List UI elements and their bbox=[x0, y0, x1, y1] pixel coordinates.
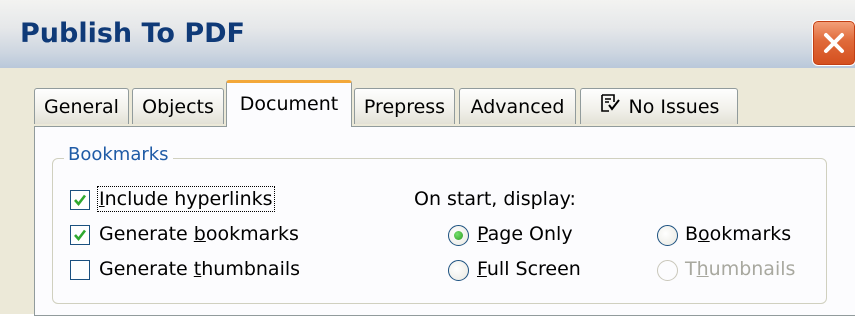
tab-document[interactable]: Document bbox=[226, 80, 352, 127]
publish-to-pdf-dialog: Publish To PDF General Objects Document … bbox=[0, 0, 855, 316]
include-hyperlinks-checkbox[interactable] bbox=[70, 190, 90, 210]
window-title: Publish To PDF bbox=[20, 18, 245, 49]
thumbnails-radio bbox=[657, 260, 678, 281]
tab-advanced[interactable]: Advanced bbox=[459, 88, 576, 124]
tab-label: No Issues bbox=[628, 96, 720, 118]
checkmark-icon bbox=[74, 229, 87, 242]
generate-thumbnails-label[interactable]: Generate thumbnails bbox=[99, 258, 300, 280]
title-bar: Publish To PDF bbox=[0, 0, 855, 68]
tab-label: Advanced bbox=[470, 96, 565, 118]
page-only-radio[interactable] bbox=[448, 225, 469, 246]
tab-prepress[interactable]: Prepress bbox=[354, 88, 455, 124]
tab-label: Prepress bbox=[363, 96, 446, 118]
full-screen-label[interactable]: Full Screen bbox=[477, 258, 581, 280]
include-hyperlinks-label[interactable]: Include hyperlinks bbox=[97, 186, 275, 212]
close-icon bbox=[824, 33, 844, 53]
tab-strip: General Objects Document Prepress Advanc… bbox=[0, 78, 855, 128]
generate-bookmarks-label[interactable]: Generate bookmarks bbox=[99, 223, 299, 245]
thumbnails-radio-label: Thumbnails bbox=[685, 258, 796, 280]
page-only-label[interactable]: Page Only bbox=[477, 223, 573, 245]
bookmarks-radio[interactable] bbox=[657, 225, 678, 246]
tab-general[interactable]: General bbox=[34, 88, 129, 124]
tab-label: Document bbox=[239, 93, 339, 115]
checkmark-icon bbox=[74, 194, 87, 207]
radio-selected-dot bbox=[454, 231, 463, 240]
tab-label: General bbox=[44, 96, 119, 118]
on-start-display-label: On start, display: bbox=[414, 188, 576, 210]
generate-bookmarks-checkbox[interactable] bbox=[70, 225, 90, 245]
full-screen-radio[interactable] bbox=[448, 260, 469, 281]
bookmarks-group-label: Bookmarks bbox=[64, 144, 173, 165]
close-button[interactable] bbox=[812, 20, 855, 66]
tab-no-issues[interactable]: No Issues bbox=[580, 88, 738, 124]
generate-thumbnails-checkbox[interactable] bbox=[70, 260, 90, 280]
issues-icon bbox=[599, 90, 621, 126]
bookmarks-radio-label[interactable]: Bookmarks bbox=[685, 223, 791, 245]
tab-label: Objects bbox=[142, 96, 214, 118]
tab-objects[interactable]: Objects bbox=[132, 88, 224, 124]
